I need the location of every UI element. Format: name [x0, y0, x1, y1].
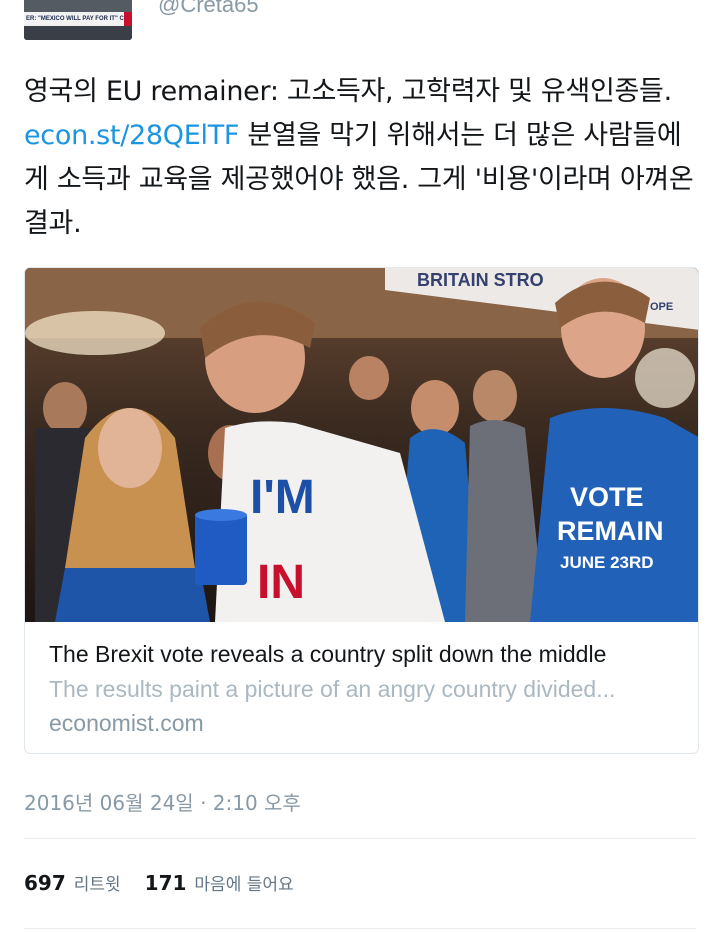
- author-handle[interactable]: @Creta65: [158, 0, 259, 18]
- tweet-link[interactable]: econ.st/28QElTF: [24, 120, 239, 151]
- avatar-image-bottom: [24, 26, 132, 40]
- card-description: The results paint a picture of an angry …: [49, 676, 616, 702]
- avatar-caption: ER: "MEXICO WILL PAY FOR IT" C: [24, 12, 132, 26]
- tweet-timestamp[interactable]: 2016년 06월 24일 · 2:10 오후: [24, 787, 301, 816]
- photo-banner-end-text: OPE: [650, 301, 673, 313]
- photo-shirt-right-line1: VOTE: [570, 482, 644, 512]
- photo-shirt-left-line1: I'M: [250, 471, 315, 524]
- retweets-label[interactable]: 리트윗: [74, 870, 121, 895]
- author-avatar[interactable]: ER: "MEXICO WILL PAY FOR IT" C: [24, 0, 132, 40]
- photo-shirt-left-line2: IN: [257, 556, 305, 609]
- photo-banner-text: BRITAIN STRO: [417, 270, 544, 290]
- avatar-image-top: [24, 0, 132, 12]
- retweets-count[interactable]: 697: [24, 871, 66, 895]
- tweet-text: 영국의 EU remainer: 고소득자, 고학력자 및 유색인종들. eco…: [24, 70, 696, 246]
- tweet-text-part-1: 영국의 EU remainer: 고소득자, 고학력자 및 유색인종들.: [24, 76, 672, 107]
- link-preview-card[interactable]: BRITAIN STRO OPE I'M IN VOTE REMAIN JUNE…: [24, 267, 699, 754]
- card-domain: economist.com: [49, 710, 204, 736]
- photo-shirt-right-line3: JUNE 23RD: [560, 553, 654, 572]
- card-title[interactable]: The Brexit vote reveals a country split …: [49, 641, 606, 668]
- likes-label[interactable]: 마음에 들어요: [194, 870, 293, 895]
- card-photo[interactable]: BRITAIN STRO OPE I'M IN VOTE REMAIN JUNE…: [25, 268, 698, 622]
- likes-count[interactable]: 171: [145, 871, 187, 895]
- divider-bottom: [24, 928, 696, 929]
- tweet-stats: 697 리트윗 171 마음에 들어요: [24, 870, 318, 895]
- divider-top: [24, 838, 696, 839]
- avatar-red-block: [124, 12, 132, 26]
- photo-shirt-right-line2: REMAIN: [557, 516, 664, 546]
